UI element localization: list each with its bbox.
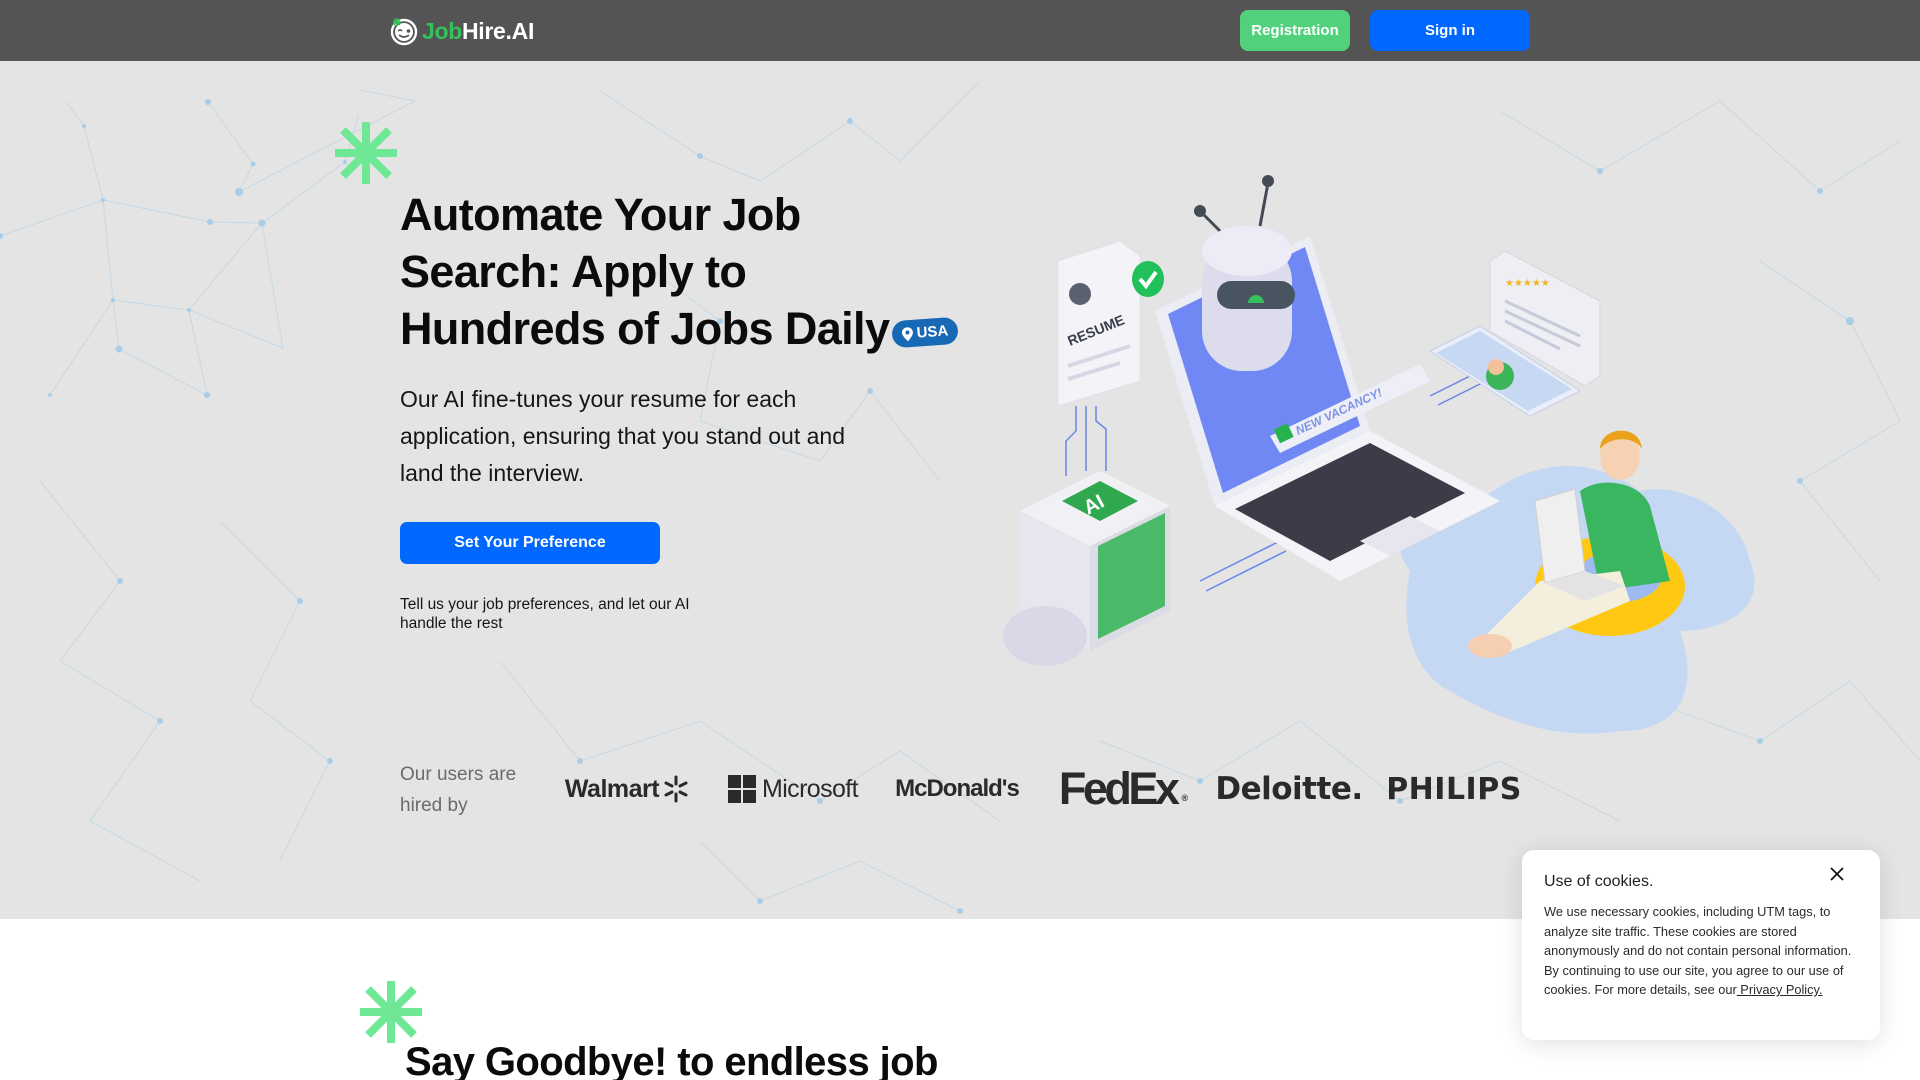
walmart-spark-icon: [664, 775, 688, 803]
close-icon: [1830, 867, 1844, 881]
sign-in-button[interactable]: Sign in: [1370, 10, 1530, 51]
mcdonalds-logo: McDonald's: [890, 767, 1024, 811]
microsoft-logo: Microsoft: [726, 767, 860, 811]
hired-by-label: Our users are hired by: [400, 764, 517, 816]
site-header: JobHire.AI Registration Sign in: [0, 0, 1920, 61]
walmart-logo-text: Walmart: [564, 774, 660, 803]
microsoft-logo-text: Microsoft: [761, 774, 859, 803]
logo-smiley-icon: [390, 18, 418, 46]
headline-line-2: Search: Apply to: [400, 246, 747, 297]
logo-link[interactable]: JobHire.AI: [389, 14, 534, 48]
cta-note: Tell us your job preferences, and let ou…: [400, 596, 690, 632]
headline-line-3: Hundreds of Jobs Daily: [400, 303, 890, 354]
headline-line-1: Automate Your Job: [400, 189, 801, 240]
walmart-logo: Walmart: [560, 767, 694, 811]
company-logos: Walmart Microsoft McDonald's FedEx ® Delo…: [560, 763, 1522, 814]
fedex-logo-text: FedEx: [1058, 763, 1180, 814]
philips-logo: PHILIPS: [1386, 767, 1522, 811]
registered-mark-icon: ®: [1181, 793, 1189, 803]
mcdonalds-logo-text: McDonald's: [895, 775, 1020, 802]
asterisk-decoration-icon: [335, 122, 397, 184]
fedex-logo: FedEx ®: [1056, 763, 1191, 814]
hero-illustration: RESUME AI NEW VACANCY! ★★★★★: [1003, 175, 1755, 734]
location-pin-icon: [901, 326, 913, 341]
deloitte-logo-text: Deloitte.: [1215, 771, 1363, 807]
set-preference-button[interactable]: Set Your Preference: [400, 522, 660, 564]
asterisk-decoration-icon: [360, 981, 422, 1043]
deloitte-logo: Deloitte.: [1215, 767, 1363, 811]
logo-text: JobHire.AI: [422, 18, 534, 45]
hero-subtext: Our AI fine-tunes your resume for each a…: [400, 386, 845, 486]
privacy-policy-link[interactable]: Privacy Policy.: [1737, 982, 1822, 997]
philips-logo-text: PHILIPS: [1386, 771, 1522, 807]
section-title: Say Goodbye! to endless job: [405, 1040, 938, 1080]
location-badge: USA: [891, 316, 959, 349]
hero-section: Automate Your Job Search: Apply to Hundr…: [0, 61, 1920, 919]
resume-document: RESUME: [1057, 240, 1164, 407]
ai-server-box: AI: [1003, 471, 1170, 666]
registration-button[interactable]: Registration: [1240, 10, 1350, 51]
robot: [1194, 175, 1295, 371]
logo-text-hire: Hire.AI: [462, 17, 535, 44]
svg-text:★★★★★: ★★★★★: [1505, 278, 1550, 289]
location-badge-text: USA: [916, 322, 949, 342]
hero-headline: Automate Your Job Search: Apply to Hundr…: [400, 186, 960, 357]
microsoft-grid-icon: [727, 775, 756, 803]
cookie-body: We use necessary cookies, including UTM …: [1544, 902, 1864, 1000]
logo-text-job: Job: [422, 17, 462, 44]
cookie-close-button[interactable]: [1825, 862, 1849, 886]
cookie-title: Use of cookies.: [1544, 873, 1654, 890]
cookie-banner: Use of cookies. We use necessary cookies…: [1522, 850, 1880, 1040]
